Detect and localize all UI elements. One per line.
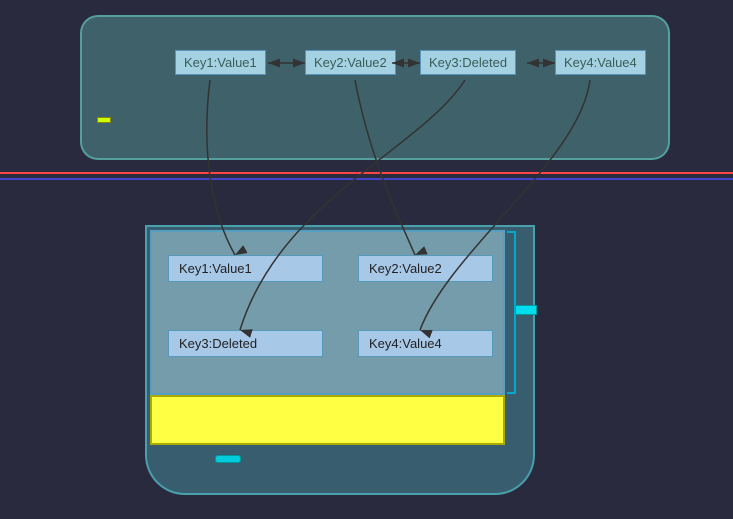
index-block (150, 395, 505, 445)
disk-divider (0, 178, 733, 180)
data-cell-1: Key1:Value1 (168, 255, 323, 282)
sst-label (215, 455, 241, 463)
data-cell-2: Key2:Value2 (358, 255, 493, 282)
data-cell-4: Key4:Value4 (358, 330, 493, 357)
data-block-label (515, 305, 537, 315)
memtable-label (97, 117, 111, 123)
memtable-container (80, 15, 670, 160)
memory-divider (0, 172, 733, 174)
data-cell-3: Key3:Deleted (168, 330, 323, 357)
